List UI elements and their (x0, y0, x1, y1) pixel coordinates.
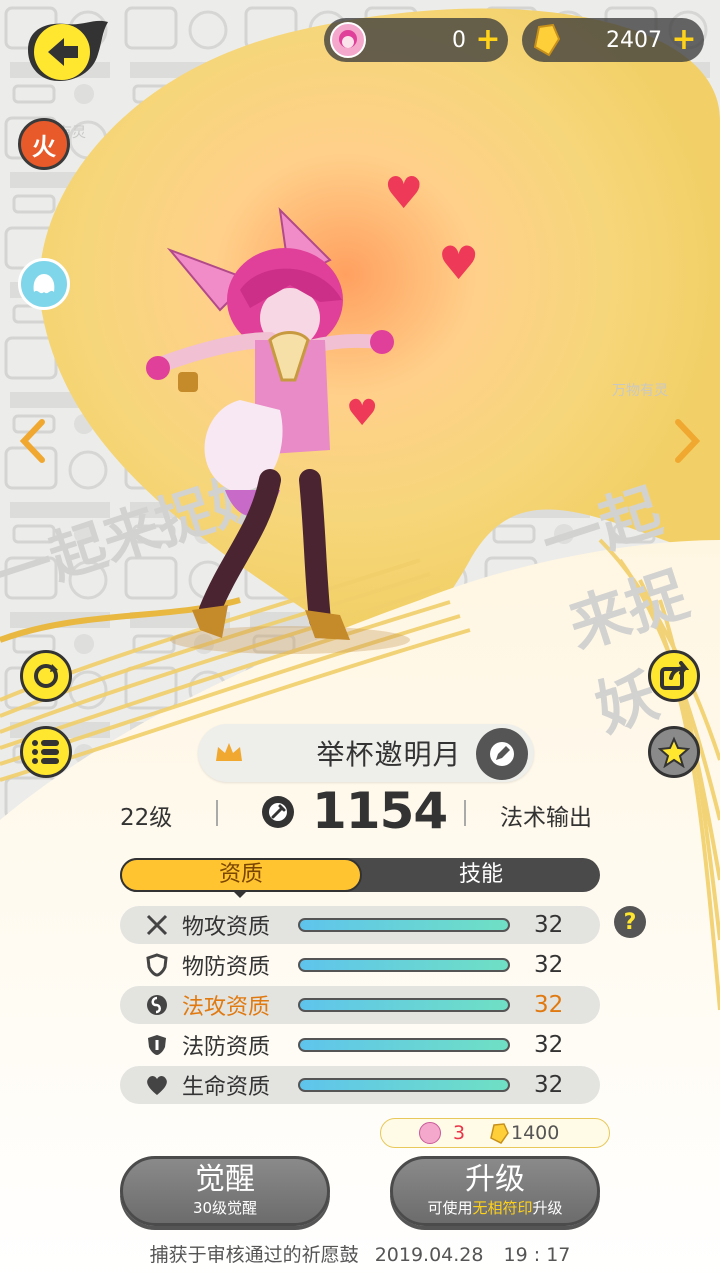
avatar-coin-icon (419, 1122, 441, 1144)
rename-button[interactable] (476, 728, 528, 780)
prev-character-button[interactable] (16, 416, 50, 466)
list-icon (32, 740, 59, 764)
gold-crystal-icon (490, 1123, 509, 1144)
chevron-right-icon (675, 419, 701, 463)
capture-date: 2019.04.28 (374, 1244, 484, 1266)
swirl-icon (144, 992, 170, 1018)
upgrade-cost: 3 1400 (380, 1118, 610, 1148)
divider (464, 800, 466, 826)
tab-indicator-arrow (232, 890, 248, 898)
character-sprite[interactable] (130, 190, 430, 660)
awaken-button[interactable]: 觉醒 30级觉醒 (120, 1156, 330, 1226)
power-icon (262, 796, 294, 828)
attribute-row-magic-defense: 法防资质 32 (120, 1026, 600, 1064)
add-gold-button[interactable]: + (670, 25, 698, 55)
capture-text: 捕获于审核通过的祈愿鼓 (149, 1244, 359, 1266)
gem-cost: 3 (453, 1122, 466, 1144)
upgrade-button[interactable]: 升级 可使用无相符印升级 (390, 1156, 600, 1226)
rotate-view-button[interactable] (20, 650, 72, 702)
crown-icon (216, 743, 242, 761)
edit-pen-icon (490, 742, 514, 766)
attribute-name: 物攻资质 (182, 915, 271, 940)
attribute-value: 32 (534, 952, 564, 978)
chevron-left-icon (19, 419, 45, 463)
character-level: 22级 (120, 805, 173, 831)
species-badge[interactable] (18, 258, 70, 310)
attribute-row-magic-attack: 法攻资质 32 (120, 986, 600, 1024)
attribute-bar (298, 1078, 510, 1092)
tab-skills[interactable]: 技能 (362, 858, 600, 892)
heart-icon (144, 1072, 170, 1098)
attribute-name: 物防资质 (182, 955, 271, 980)
attribute-name: 法攻资质 (182, 995, 271, 1020)
fire-element-icon: 火 (32, 132, 56, 161)
gold-currency: 2407 + (522, 18, 704, 62)
upgrade-title: 升级 (465, 1162, 525, 1197)
next-character-button[interactable] (670, 416, 704, 466)
gold-crystal-icon (528, 22, 564, 58)
character-role: 法术输出 (500, 805, 592, 831)
share-button[interactable] (648, 650, 700, 702)
crossed-swords-icon (144, 912, 170, 938)
capture-info: 捕获于审核通过的祈愿鼓 2019.04.28 19 : 17 (0, 1240, 720, 1267)
upgrade-subtitle: 可使用无相符印升级 (427, 1199, 563, 1217)
awaken-subtitle: 30级觉醒 (192, 1199, 258, 1217)
magic-shield-icon (144, 1032, 170, 1058)
avatar-coin-icon (330, 22, 366, 58)
combat-power: 1154 (312, 782, 448, 840)
awaken-title: 觉醒 (195, 1162, 255, 1197)
help-button[interactable]: ? (614, 906, 646, 938)
attribute-value: 32 (534, 912, 564, 938)
divider (216, 800, 218, 826)
attribute-bar (298, 998, 510, 1012)
spirit-icon (33, 274, 55, 294)
gold-value: 2407 (606, 27, 662, 53)
share-icon (660, 661, 689, 690)
menu-list-button[interactable] (20, 726, 72, 778)
gem-currency: 0 + (324, 18, 508, 62)
background-slogan-right: 万物有灵 (612, 383, 668, 399)
attribute-value: 32 (534, 1032, 564, 1058)
capture-time: 19 : 17 (503, 1244, 571, 1266)
back-button[interactable] (18, 14, 114, 86)
floating-heart-icon: ♥ (438, 236, 480, 290)
back-arrow-icon (28, 20, 108, 81)
attribute-bar (298, 918, 510, 932)
star-icon (658, 736, 690, 768)
floating-heart-icon: ♥ (346, 393, 379, 434)
shield-icon (144, 952, 170, 978)
gold-cost: 1400 (511, 1122, 560, 1144)
attribute-row-physical-attack: 物攻资质 32 (120, 906, 600, 944)
attribute-bar (298, 1038, 510, 1052)
attribute-value: 32 (534, 1072, 564, 1098)
attribute-bar (298, 958, 510, 972)
attribute-row-health: 生命资质 32 (120, 1066, 600, 1104)
favorite-button[interactable] (648, 726, 700, 778)
detail-tabs: 资质 技能 (120, 858, 600, 892)
gem-value: 0 (452, 27, 466, 53)
floating-heart-icon: ♥ (384, 168, 424, 219)
element-badge[interactable]: 火 (18, 118, 70, 170)
attribute-value: 32 (534, 992, 564, 1018)
tab-aptitude[interactable]: 资质 (120, 858, 362, 892)
attribute-name: 法防资质 (182, 1035, 271, 1060)
question-icon: ? (623, 909, 637, 935)
add-gem-button[interactable]: + (474, 25, 502, 55)
attribute-row-physical-defense: 物防资质 32 (120, 946, 600, 984)
rune-highlight: 无相符印 (472, 1199, 533, 1217)
attribute-name: 生命资质 (182, 1075, 271, 1100)
rotate-icon (34, 664, 58, 688)
